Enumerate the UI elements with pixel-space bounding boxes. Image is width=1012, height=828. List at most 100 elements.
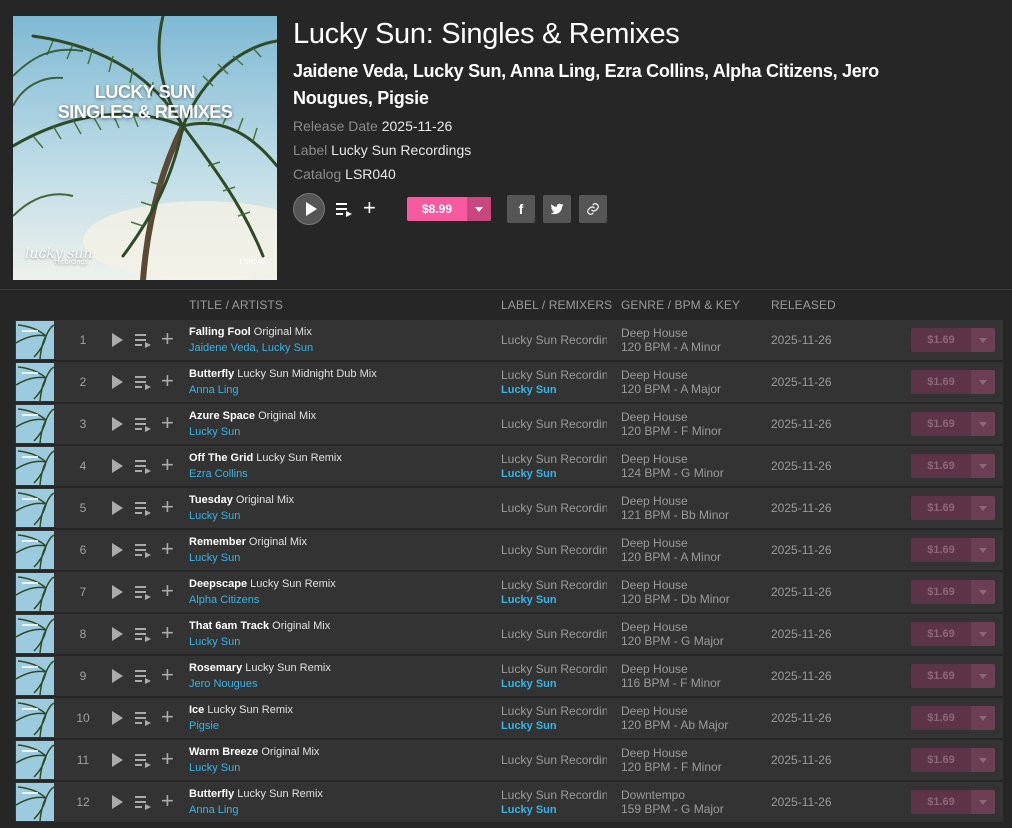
table-row[interactable]: 9 + Rosemary Lucky Sun Remix Jero Nougues Lu… [15,656,1003,696]
track-title[interactable]: Falling Fool Original Mix [189,326,312,338]
chevron-down-icon[interactable] [971,790,995,814]
play-icon[interactable] [112,543,123,557]
column-header-label[interactable]: LABEL / REMIXERS [501,298,612,312]
track-title[interactable]: That 6am Track Original Mix [189,620,330,632]
track-genre[interactable]: Deep House [621,494,688,508]
track-label[interactable]: Lucky Sun Recordin [501,368,607,382]
track-thumbnail[interactable] [16,363,54,401]
track-label[interactable]: Lucky Sun Recordin [501,543,607,557]
play-icon[interactable] [112,627,123,641]
track-label[interactable]: Lucky Sun Recordin [501,417,607,431]
track-genre[interactable]: Deep House [621,704,688,718]
table-row[interactable]: 1 + Falling Fool Original Mix Jaidene Veda,… [15,320,1003,360]
chevron-down-icon[interactable] [971,580,995,604]
track-genre[interactable]: Deep House [621,326,688,340]
plus-icon[interactable]: + [161,790,174,812]
play-icon[interactable] [112,669,123,683]
track-thumbnail[interactable] [16,699,54,737]
track-remixer[interactable]: Lucky Sun [501,804,557,816]
queue-icon[interactable] [135,458,151,474]
plus-icon[interactable]: + [161,328,174,350]
track-artist-link[interactable]: Anna Ling [189,384,239,396]
track-artist-link[interactable]: Pigsie [189,720,219,732]
queue-icon[interactable] [135,794,151,810]
track-genre[interactable]: Deep House [621,368,688,382]
track-remixer[interactable]: Lucky Sun [501,678,557,690]
queue-icon[interactable] [135,584,151,600]
queue-icon[interactable] [135,626,151,642]
twitter-icon[interactable] [543,195,571,223]
buy-track-button[interactable]: $1.69 [911,622,995,646]
track-artist-link[interactable]: Anna Ling [189,804,239,816]
plus-icon[interactable]: + [161,412,174,434]
plus-icon[interactable]: + [161,370,174,392]
track-remixer[interactable]: Lucky Sun [501,384,557,396]
table-row[interactable]: 4 + Off The Grid Lucky Sun Remix Ezra Colli… [15,446,1003,486]
buy-track-button[interactable]: $1.69 [911,538,995,562]
plus-icon[interactable]: + [161,622,174,644]
track-artist-link[interactable]: Alpha Citizens [189,594,259,606]
plus-icon[interactable]: + [161,748,174,770]
plus-icon[interactable]: + [161,706,174,728]
track-thumbnail[interactable] [16,615,54,653]
table-row[interactable]: 3 + Azure Space Original Mix Lucky Sun Lucky… [15,404,1003,444]
plus-icon[interactable]: + [161,580,174,602]
queue-icon[interactable] [135,332,151,348]
track-title[interactable]: Butterfly Lucky Sun Midnight Dub Mix [189,368,377,380]
chevron-down-icon[interactable] [971,370,995,394]
chevron-down-icon[interactable] [971,412,995,436]
track-label[interactable]: Lucky Sun Recordin [501,704,607,718]
table-row[interactable]: 11 + Warm Breeze Original Mix Lucky Sun Luck… [15,740,1003,780]
column-header-genre[interactable]: GENRE / BPM & KEY [621,298,740,312]
play-icon[interactable] [112,459,123,473]
release-cover-art[interactable]: LUCKY SUN SINGLES & REMIXES lucky sun re… [13,16,277,280]
track-title[interactable]: Tuesday Original Mix [189,494,294,506]
chevron-down-icon[interactable] [971,622,995,646]
track-genre[interactable]: Deep House [621,536,688,550]
table-row[interactable]: 6 + Remember Original Mix Lucky Sun Lucky Su… [15,530,1003,570]
buy-track-button[interactable]: $1.69 [911,370,995,394]
track-thumbnail[interactable] [16,741,54,779]
track-genre[interactable]: Deep House [621,620,688,634]
track-title[interactable]: Warm Breeze Original Mix [189,746,319,758]
track-label[interactable]: Lucky Sun Recordin [501,662,607,676]
facebook-icon[interactable]: f [507,195,535,223]
play-icon[interactable] [112,417,123,431]
play-release-button[interactable] [293,193,325,225]
queue-icon[interactable] [135,416,151,432]
buy-release-button[interactable]: $8.99 [407,197,491,221]
track-genre[interactable]: Deep House [621,578,688,592]
table-row[interactable]: 5 + Tuesday Original Mix Lucky Sun Lucky Sun… [15,488,1003,528]
play-icon[interactable] [112,753,123,767]
track-artist-link[interactable]: Lucky Sun [262,342,313,354]
track-genre[interactable]: Deep House [621,410,688,424]
play-icon[interactable] [112,333,123,347]
queue-icon[interactable] [135,710,151,726]
release-artists[interactable]: Jaidene Veda, Lucky Sun, Anna Ling, Ezra… [293,58,933,112]
plus-icon[interactable]: + [161,538,174,560]
queue-icon[interactable] [135,374,151,390]
track-thumbnail[interactable] [16,489,54,527]
table-row[interactable]: 8 + That 6am Track Original Mix Lucky Sun Lu… [15,614,1003,654]
table-row[interactable]: 7 + Deepscape Lucky Sun Remix Alpha Citizen… [15,572,1003,612]
play-icon[interactable] [112,711,123,725]
queue-icon[interactable] [336,201,352,217]
queue-icon[interactable] [135,752,151,768]
column-header-released[interactable]: RELEASED [771,298,836,312]
track-thumbnail[interactable] [16,657,54,695]
track-title[interactable]: Rosemary Lucky Sun Remix [189,662,331,674]
buy-track-button[interactable]: $1.69 [911,328,995,352]
buy-track-button[interactable]: $1.69 [911,748,995,772]
play-icon[interactable] [112,375,123,389]
chevron-down-icon[interactable] [467,197,491,221]
chevron-down-icon[interactable] [971,328,995,352]
track-label[interactable]: Lucky Sun Recordin [501,333,607,347]
track-label[interactable]: Lucky Sun Recordin [501,452,607,466]
track-genre[interactable]: Downtempo [621,788,685,802]
play-icon[interactable] [112,585,123,599]
track-label[interactable]: Lucky Sun Recordin [501,627,607,641]
track-title[interactable]: Ice Lucky Sun Remix [189,704,293,716]
track-genre[interactable]: Deep House [621,662,688,676]
plus-icon[interactable]: + [363,197,376,219]
track-artist-link[interactable]: Jero Nougues [189,678,258,690]
